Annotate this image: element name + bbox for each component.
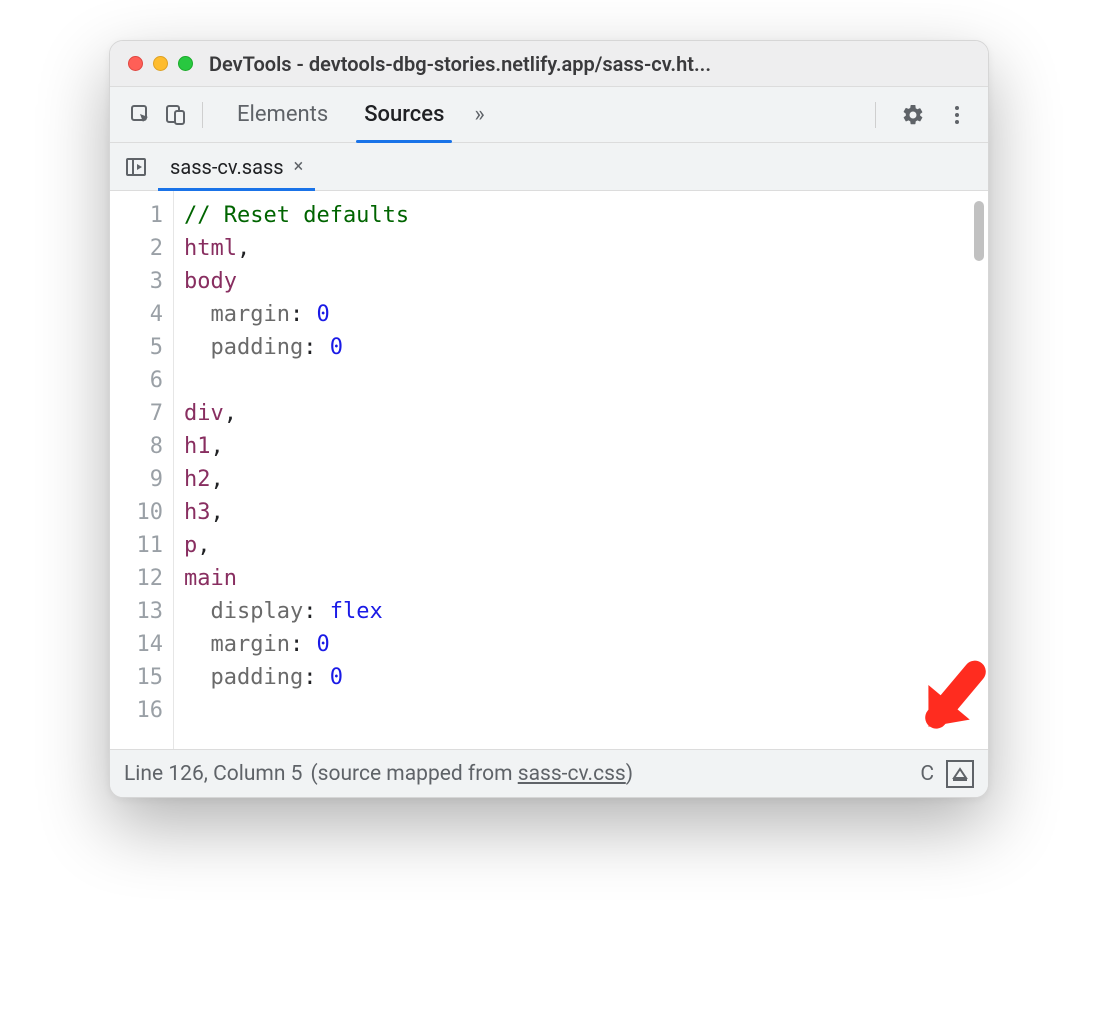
file-tab[interactable]: sass-cv.sass × xyxy=(162,143,311,190)
file-tab-label: sass-cv.sass xyxy=(170,155,284,179)
cursor-position: Line 126, Column 5 xyxy=(124,762,302,786)
tabs-overflow-button[interactable]: » xyxy=(462,87,496,142)
status-right: C xyxy=(920,760,974,788)
traffic-lights xyxy=(128,56,193,71)
toolbar-divider xyxy=(875,102,876,128)
inspect-element-icon[interactable] xyxy=(124,98,158,132)
titlebar: DevTools - devtools-dbg-stories.netlify.… xyxy=(110,41,988,87)
source-map-link[interactable]: sass-cv.css xyxy=(518,762,626,786)
chevron-double-right-icon: » xyxy=(474,102,484,127)
tab-label: Elements xyxy=(237,102,328,127)
line-number-gutter: 12345678910111213141516 xyxy=(110,191,174,749)
tab-label: Sources xyxy=(364,102,444,127)
devtools-window: DevTools - devtools-dbg-stories.netlify.… xyxy=(109,40,989,798)
device-toggle-icon[interactable] xyxy=(158,98,192,132)
window-close-button[interactable] xyxy=(128,56,143,71)
settings-button[interactable] xyxy=(896,98,930,132)
code-content[interactable]: // Reset defaultshtml,body margin: 0 pad… xyxy=(174,191,988,749)
scrollbar-thumb[interactable] xyxy=(974,201,984,261)
main-toolbar: Elements Sources » xyxy=(110,87,988,143)
show-coverage-icon[interactable] xyxy=(946,760,974,788)
more-menu-button[interactable] xyxy=(940,98,974,132)
tab-elements[interactable]: Elements xyxy=(219,87,346,142)
file-tab-bar: sass-cv.sass × xyxy=(110,143,988,191)
code-editor[interactable]: 12345678910111213141516 // Reset default… xyxy=(110,191,988,749)
source-map-info: (source mapped from sass-cv.css) xyxy=(310,762,633,786)
tab-sources[interactable]: Sources xyxy=(346,87,462,142)
status-trailing: C xyxy=(920,762,934,786)
status-bar: Line 126, Column 5 (source mapped from s… xyxy=(110,749,988,797)
window-minimize-button[interactable] xyxy=(153,56,168,71)
window-zoom-button[interactable] xyxy=(178,56,193,71)
close-tab-icon[interactable]: × xyxy=(294,156,304,177)
toolbar-divider xyxy=(202,102,203,128)
navigator-toggle-icon[interactable] xyxy=(120,151,152,183)
panel-tabs: Elements Sources » xyxy=(219,87,865,142)
toolbar-right xyxy=(865,98,974,132)
window-title: DevTools - devtools-dbg-stories.netlify.… xyxy=(209,52,970,76)
